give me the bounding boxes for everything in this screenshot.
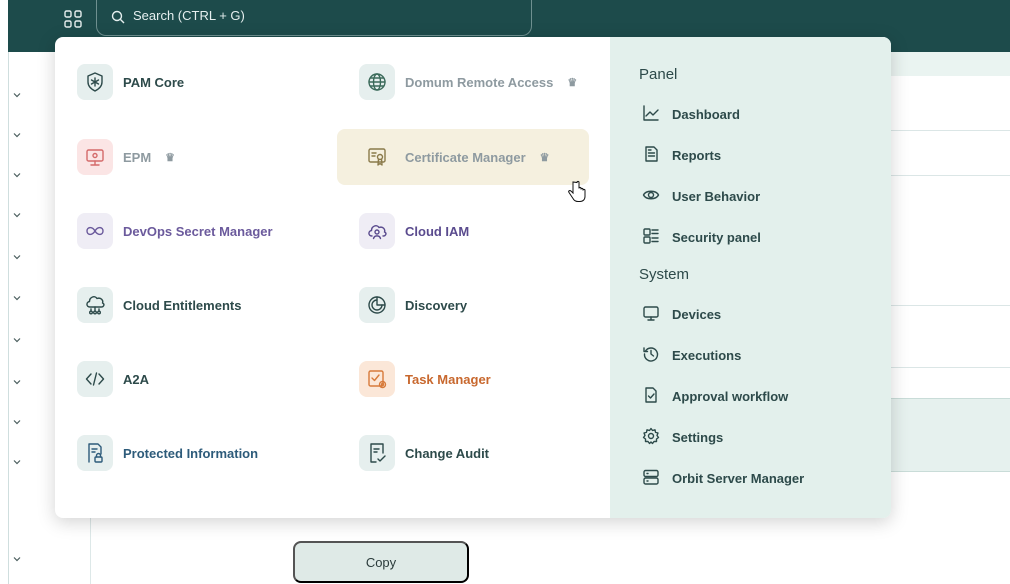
menu-item-approval-workflow[interactable]: Approval workflow	[642, 386, 788, 407]
product-label: Task Manager	[405, 371, 491, 387]
product-epm[interactable]: EPM ♛	[55, 129, 307, 185]
search-placeholder: Search (CTRL + G)	[133, 8, 245, 23]
product-devops-secret-manager[interactable]: DevOps Secret Manager	[55, 203, 307, 259]
apps-grid-icon[interactable]	[64, 10, 82, 28]
product-label: EPM	[123, 149, 152, 165]
product-label: Cloud Entitlements	[123, 297, 242, 313]
hand-cursor-icon	[568, 180, 586, 202]
divider	[890, 367, 1010, 368]
product-label: Discovery	[405, 297, 468, 313]
chevron-down-icon[interactable]	[12, 167, 22, 178]
menu-item-label: Dashboard	[672, 107, 740, 122]
task-icon	[359, 361, 395, 397]
app-switcher-menu: PAM Core Domum Remote Access ♛ EPM ♛ Certific…	[55, 37, 891, 518]
product-label: DevOps Secret Manager	[123, 223, 273, 239]
server-icon	[642, 468, 660, 489]
chevron-down-icon[interactable]	[12, 127, 22, 138]
chevron-down-icon[interactable]	[12, 454, 22, 465]
background-header-strip	[890, 52, 1010, 76]
code-icon	[77, 361, 113, 397]
divider	[890, 305, 1010, 306]
copy-button[interactable]: Copy	[293, 541, 469, 583]
crown-icon: ♛	[567, 76, 578, 89]
report-icon	[642, 145, 660, 166]
divider	[890, 130, 1010, 131]
menu-item-label: Devices	[672, 307, 722, 322]
audit-doc-icon	[359, 435, 395, 471]
infinity-icon	[77, 213, 113, 249]
crown-icon: ♛	[539, 151, 550, 164]
menu-item-label: Executions	[672, 348, 742, 363]
chevron-down-icon[interactable]	[12, 207, 22, 218]
chevron-down-icon[interactable]	[12, 332, 22, 343]
globe-icon	[359, 64, 395, 100]
chevron-down-icon[interactable]	[12, 249, 22, 260]
panel-section-title: Panel	[639, 66, 678, 83]
product-label: Cloud IAM	[405, 223, 470, 239]
menu-item-settings[interactable]: Settings	[642, 427, 723, 448]
crown-icon: ♛	[165, 151, 176, 164]
menu-item-label: Reports	[672, 148, 722, 163]
cloud-user-icon	[359, 213, 395, 249]
grid-panel-icon	[642, 227, 660, 248]
search-input[interactable]: Search (CTRL + G)	[96, 0, 532, 36]
menu-item-label: User Behavior	[672, 189, 761, 204]
menu-item-security-panel[interactable]: Security panel	[642, 227, 761, 248]
shield-asterisk-icon	[77, 64, 113, 100]
product-change-audit[interactable]: Change Audit	[337, 425, 589, 481]
chevron-down-icon[interactable]	[12, 551, 22, 562]
product-discovery[interactable]: Discovery	[337, 277, 589, 333]
device-icon	[642, 304, 660, 325]
product-label: Protected Information	[123, 445, 259, 461]
product-domum-remote-access[interactable]: Domum Remote Access ♛	[337, 54, 589, 110]
product-protected-information[interactable]: Protected Information	[55, 425, 307, 481]
chevron-down-icon[interactable]	[12, 414, 22, 425]
product-cloud-iam[interactable]: Cloud IAM	[337, 203, 589, 259]
menu-item-dashboard[interactable]: Dashboard	[642, 104, 740, 125]
product-pam-core[interactable]: PAM Core	[55, 54, 307, 110]
chevron-down-icon[interactable]	[12, 374, 22, 385]
cloud-network-icon	[77, 287, 113, 323]
divider	[890, 175, 1010, 176]
monitor-icon	[77, 139, 113, 175]
menu-item-user-behavior[interactable]: User Behavior	[642, 186, 760, 207]
background-panel	[890, 398, 1010, 472]
menu-item-label: Orbit Server Manager	[672, 471, 805, 486]
protected-doc-icon	[77, 435, 113, 471]
product-label: Certificate Manager	[405, 149, 526, 165]
product-label: Domum Remote Access	[405, 74, 554, 90]
menu-item-label: Security panel	[672, 230, 761, 245]
menu-item-orbit-server-manager[interactable]: Orbit Server Manager	[642, 468, 804, 489]
menu-item-label: Approval workflow	[672, 389, 789, 404]
approval-icon	[642, 386, 660, 407]
gear-icon	[642, 427, 660, 448]
product-a2a[interactable]: A2A	[55, 351, 307, 407]
product-task-manager[interactable]: Task Manager	[337, 351, 589, 407]
eye-icon	[642, 186, 660, 207]
menu-item-executions[interactable]: Executions	[642, 345, 741, 366]
chart-line-icon	[642, 104, 660, 125]
app-root: Search (CTRL + G) Copy PAM Core Domum Rem…	[0, 0, 1010, 584]
product-certificate-manager[interactable]: Certificate Manager ♛	[337, 129, 589, 185]
history-icon	[642, 345, 660, 366]
chevron-down-icon[interactable]	[12, 290, 22, 301]
product-label: A2A	[123, 371, 150, 387]
product-cloud-entitlements[interactable]: Cloud Entitlements	[55, 277, 307, 333]
menu-item-devices[interactable]: Devices	[642, 304, 721, 325]
chevron-down-icon[interactable]	[12, 87, 22, 98]
product-label: PAM Core	[123, 74, 185, 90]
pie-chart-icon	[359, 287, 395, 323]
search-icon	[111, 10, 125, 24]
product-label: Change Audit	[405, 445, 490, 461]
right-panel: Panel Dashboard Reports User Behavior Secur…	[610, 37, 891, 518]
certificate-icon	[359, 139, 395, 175]
menu-item-reports[interactable]: Reports	[642, 145, 721, 166]
system-section-title: System	[639, 266, 690, 283]
menu-item-label: Settings	[672, 430, 724, 445]
